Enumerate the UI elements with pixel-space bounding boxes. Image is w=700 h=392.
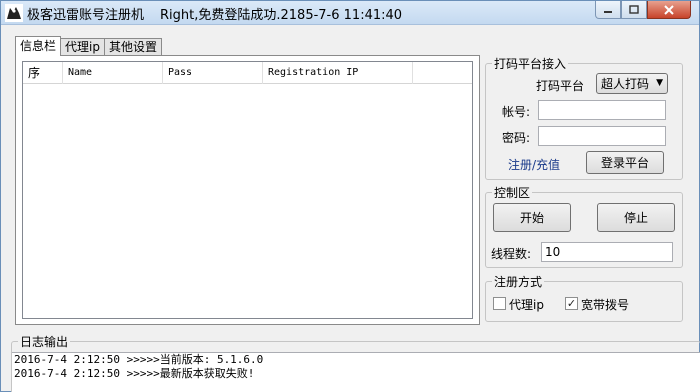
- app-title: 极客迅雷账号注册机: [27, 8, 145, 23]
- log-line: 2016-7-4 2:12:50 >>>>>当前版本: 5.1.6.0: [14, 353, 264, 366]
- register-mode-title: 注册方式: [492, 273, 545, 290]
- account-input[interactable]: [538, 100, 666, 120]
- platform-select-value: 超人打码: [601, 77, 650, 91]
- login-platform-button[interactable]: 登录平台: [586, 151, 664, 174]
- tab-proxy-ip[interactable]: 代理ip: [60, 38, 105, 56]
- account-list[interactable]: 序 Name Pass Registration IP: [22, 61, 473, 319]
- column-header-name[interactable]: Name: [63, 62, 163, 84]
- proxy-ip-label[interactable]: 代理ip: [509, 296, 544, 313]
- stop-button[interactable]: 停止: [597, 203, 675, 232]
- minimize-button[interactable]: [595, 1, 621, 19]
- log-textarea[interactable]: 2016-7-4 2:12:50 >>>>>当前版本: 5.1.6.0 2016…: [12, 352, 700, 392]
- thread-count-label: 线程数:: [491, 247, 532, 261]
- tab-info[interactable]: 信息栏: [15, 36, 62, 56]
- column-header-pass[interactable]: Pass: [163, 62, 263, 84]
- window-controls: [595, 1, 691, 21]
- login-status: Right,免费登陆成功.2185-7-6 11:41:40: [160, 8, 403, 23]
- platform-label: 打码平台: [536, 79, 585, 93]
- list-header: 序 Name Pass Registration IP: [23, 62, 472, 84]
- control-group-title: 控制区: [492, 184, 533, 201]
- tab-other-settings[interactable]: 其他设置: [103, 38, 162, 56]
- tab-bar: 信息栏 代理ip 其他设置: [15, 36, 162, 56]
- close-button[interactable]: [647, 1, 691, 19]
- maximize-button[interactable]: [621, 1, 647, 19]
- thread-count-input[interactable]: 10: [541, 242, 673, 262]
- start-button[interactable]: 开始: [493, 203, 571, 232]
- log-output-group: 日志输出 2016-7-4 2:12:50 >>>>>当前版本: 5.1.6.0…: [11, 333, 700, 392]
- chevron-down-icon: ▼: [656, 78, 663, 88]
- maximize-icon: [629, 5, 639, 14]
- log-line: 2016-7-4 2:12:50 >>>>>最新版本获取失败!: [14, 367, 255, 380]
- captcha-group-title: 打码平台接入: [492, 55, 569, 72]
- column-header-index[interactable]: 序: [23, 62, 63, 84]
- broadband-dial-checkbox[interactable]: ✓: [565, 297, 578, 310]
- proxy-ip-checkbox[interactable]: [493, 297, 506, 310]
- password-label: 密码:: [502, 131, 531, 145]
- captcha-platform-group: 打码平台接入 打码平台 超人打码 ▼ 帐号: 密码: 注册/充值 登录平台: [485, 55, 683, 180]
- title-bar[interactable]: 极客迅雷账号注册机 Right,免费登陆成功.2185-7-6 11:41:40: [1, 1, 699, 25]
- window-title: 极客迅雷账号注册机 Right,免费登陆成功.2185-7-6 11:41:40: [27, 4, 402, 23]
- register-mode-group: 注册方式 代理ip ✓ 宽带拨号: [485, 273, 683, 322]
- password-input[interactable]: [538, 126, 666, 146]
- broadband-dial-label[interactable]: 宽带拨号: [581, 296, 629, 313]
- control-group: 控制区 开始 停止 线程数: 10: [485, 184, 683, 268]
- column-header-registration-ip[interactable]: Registration IP: [263, 62, 413, 84]
- log-output-title: 日志输出: [18, 333, 71, 350]
- minimize-icon: [604, 10, 612, 13]
- platform-select[interactable]: 超人打码 ▼: [596, 73, 668, 94]
- register-recharge-link[interactable]: 注册/充值: [508, 156, 560, 173]
- close-icon: [664, 4, 674, 15]
- info-tab-panel: 序 Name Pass Registration IP: [15, 55, 480, 325]
- main-window: 极客迅雷账号注册机 Right,免费登陆成功.2185-7-6 11:41:40 …: [0, 0, 700, 392]
- account-label: 帐号:: [502, 105, 531, 119]
- app-logo-icon: [5, 4, 23, 22]
